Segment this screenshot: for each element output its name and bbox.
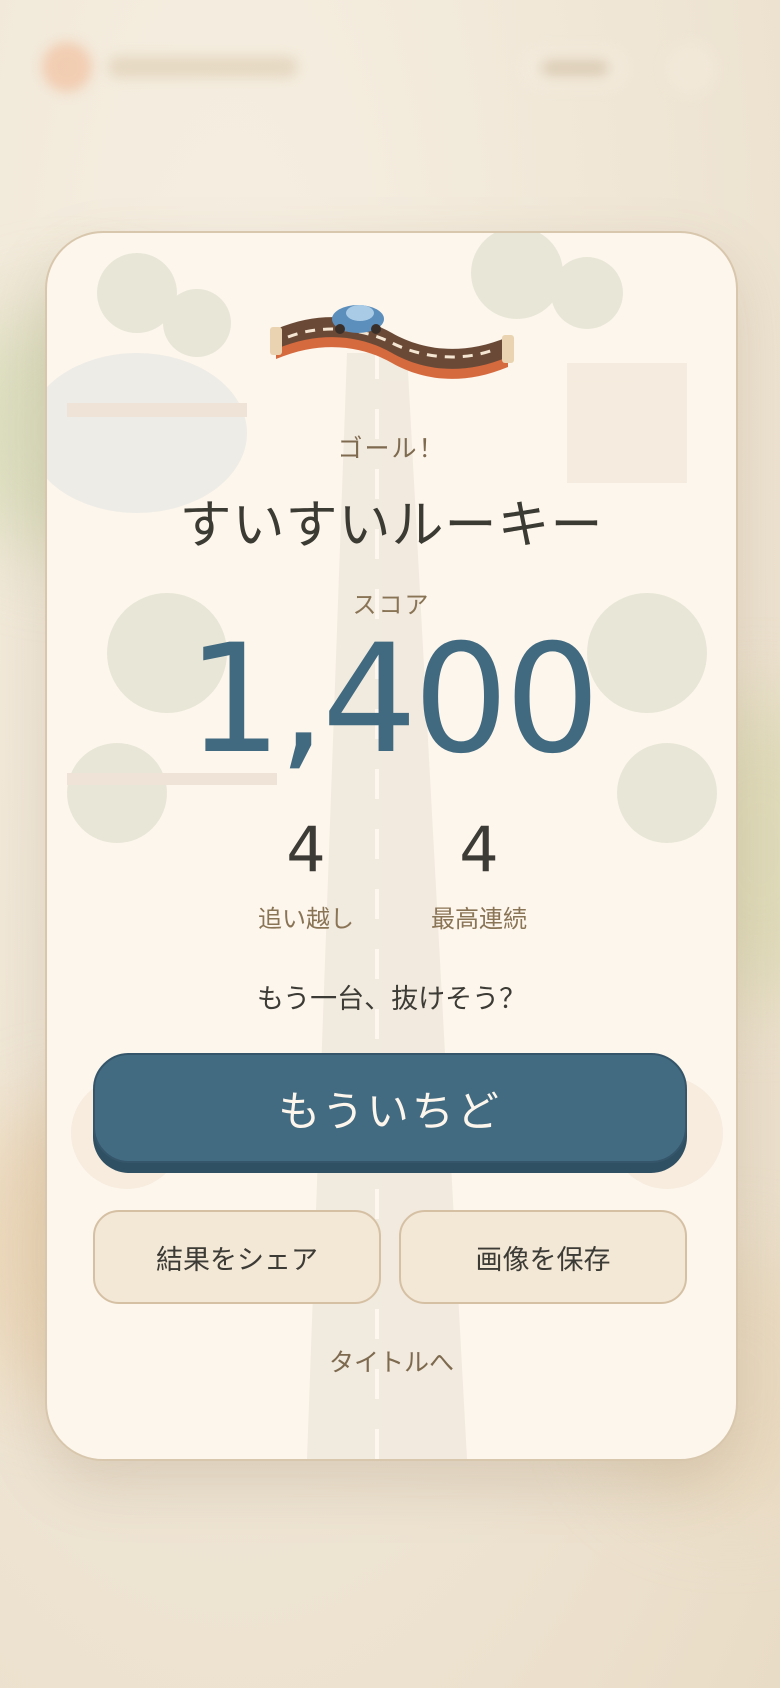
save-image-button[interactable]: 画像を保存 (399, 1210, 687, 1304)
stat-overtakes-value: 4 (286, 813, 326, 886)
stat-best-streak-value: 4 (459, 813, 499, 886)
share-result-button[interactable]: 結果をシェア (93, 1210, 381, 1304)
road-car-badge-icon (270, 305, 514, 379)
stat-best-streak-label: 最高連続 (431, 905, 527, 933)
retry-button[interactable]: もういちど (93, 1053, 687, 1163)
back-to-title-link[interactable]: タイトルへ (47, 1343, 736, 1379)
retry-prompt: もう一台、抜けそう？ (256, 984, 527, 1015)
blurred-top-bar (0, 30, 780, 110)
score-value: 1,400 (186, 613, 600, 787)
stat-best-streak: 4 最高連続 (409, 813, 549, 934)
app-title-placeholder (108, 56, 298, 78)
app-logo (42, 42, 92, 92)
rank-title: すいすいルーキー (179, 496, 604, 556)
result-card: ゴール！ すいすいルーキー スコア 1,400 4 追い越し 4 最高連続 もう… (45, 231, 738, 1461)
settings-round-button (664, 42, 718, 96)
stat-overtakes: 4 追い越し (236, 813, 376, 934)
menu-pill-button (520, 46, 630, 90)
stat-overtakes-label: 追い越し (258, 905, 354, 933)
goal-label: ゴール！ (337, 434, 446, 463)
